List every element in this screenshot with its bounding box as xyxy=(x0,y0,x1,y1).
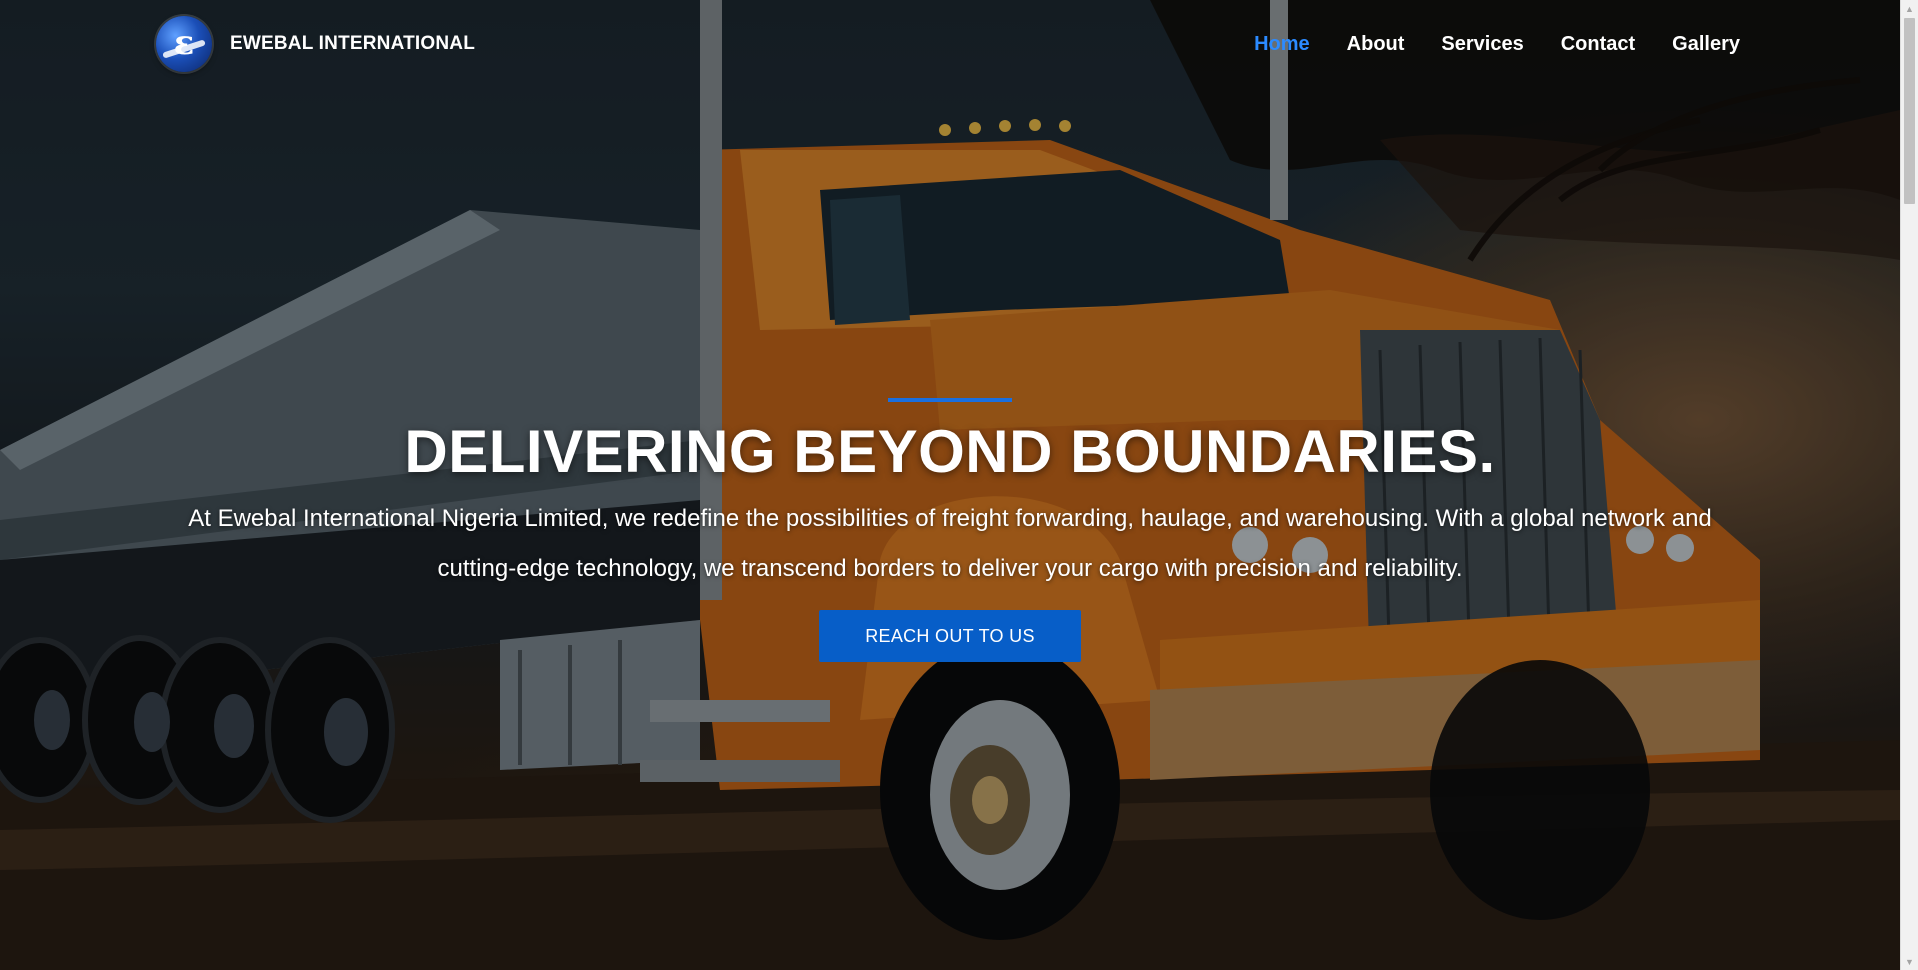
hero-headline: DELIVERING BEYOND BOUNDARIES. xyxy=(404,418,1496,485)
nav-item-contact: Contact xyxy=(1561,33,1635,56)
nav-item-gallery: Gallery xyxy=(1672,33,1740,56)
scrollbar-thumb[interactable] xyxy=(1904,18,1915,204)
main-menu: Home About Services Contact Gallery xyxy=(1254,33,1740,56)
chevron-up-icon[interactable]: ▲ xyxy=(1901,0,1918,17)
page-scrollbar[interactable]: ▲ ▼ xyxy=(1900,0,1918,970)
brand-name[interactable]: EWEBAL INTERNATIONAL xyxy=(230,33,475,55)
nav-link-home[interactable]: Home xyxy=(1254,33,1310,55)
top-navbar: ε EWEBAL INTERNATIONAL Home About Servic… xyxy=(0,0,1900,88)
hero-lead-text: At Ewebal International Nigeria Limited,… xyxy=(188,505,1712,582)
nav-link-gallery[interactable]: Gallery xyxy=(1672,33,1740,55)
nav-link-services[interactable]: Services xyxy=(1441,33,1523,55)
chevron-down-icon[interactable]: ▼ xyxy=(1901,953,1918,970)
logo-glyph: ε xyxy=(173,23,195,63)
reach-out-button[interactable]: REACH OUT TO US xyxy=(819,610,1081,662)
accent-divider xyxy=(888,398,1012,402)
nav-link-about[interactable]: About xyxy=(1347,33,1405,55)
nav-item-about: About xyxy=(1347,33,1405,56)
brand[interactable]: ε EWEBAL INTERNATIONAL xyxy=(156,16,475,72)
globe-e-logo-icon[interactable]: ε xyxy=(156,16,212,72)
nav-link-contact[interactable]: Contact xyxy=(1561,33,1635,55)
nav-item-services: Services xyxy=(1441,33,1523,56)
hero-content: DELIVERING BEYOND BOUNDARIES. At Ewebal … xyxy=(0,398,1900,662)
nav-item-home: Home xyxy=(1254,33,1310,56)
